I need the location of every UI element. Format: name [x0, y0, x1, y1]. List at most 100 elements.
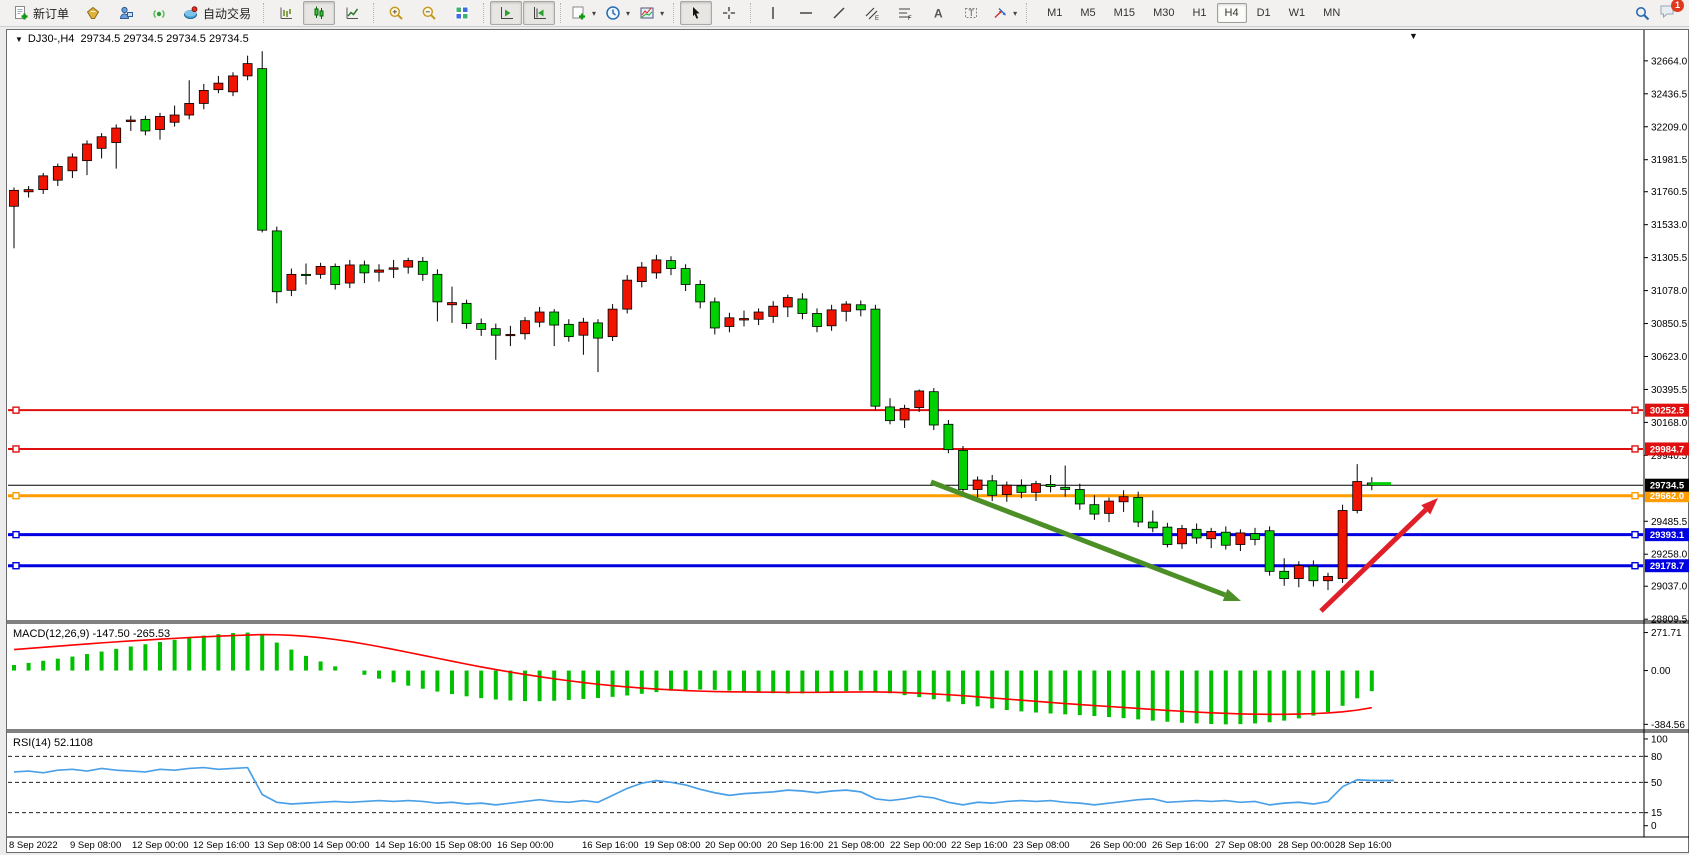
candle-body — [53, 166, 62, 180]
time-axis-label: 28 Sep 16:00 — [1335, 840, 1392, 851]
crosshair-tool-button[interactable] — [713, 1, 745, 25]
chart-shift-icon — [531, 5, 547, 21]
candle-body — [667, 261, 676, 269]
chevron-down-icon: ▾ — [1013, 9, 1017, 18]
candle-body — [1148, 522, 1157, 528]
rsi-tick-label: 100 — [1651, 734, 1668, 745]
toolbar-separator — [1026, 3, 1028, 23]
text-label-icon: T — [963, 5, 979, 21]
candle-body — [973, 480, 982, 489]
timeframe-W1[interactable]: W1 — [1281, 3, 1314, 23]
candle-body — [1105, 501, 1114, 513]
candle-body — [1338, 510, 1347, 578]
accounts-icon — [118, 5, 134, 21]
price-tick-label: 32664.0 — [1651, 56, 1688, 67]
candle-body — [316, 266, 325, 274]
line-handle[interactable] — [1632, 532, 1638, 538]
price-tick-label: 31760.5 — [1651, 187, 1688, 198]
candle-body — [1221, 532, 1230, 545]
vertical-line-tool-button[interactable] — [757, 1, 789, 25]
fibonacci-tool-button[interactable]: F — [889, 1, 921, 25]
line-chart-button[interactable] — [336, 1, 368, 25]
arrows-tool-button[interactable]: ▾ — [988, 1, 1021, 25]
candle-body — [696, 284, 705, 301]
timeframe-M1[interactable]: M1 — [1039, 3, 1070, 23]
trendline-icon — [831, 5, 847, 21]
tile-windows-button[interactable] — [446, 1, 478, 25]
new-order-button[interactable]: 新订单 — [6, 1, 76, 25]
candle-body — [827, 310, 836, 326]
accounts-button[interactable] — [110, 1, 142, 25]
candle-body — [1046, 484, 1055, 486]
trend-down-arrow-head[interactable] — [1223, 589, 1241, 601]
price-level-badge-label: 29393.1 — [1650, 530, 1685, 541]
candle-body — [68, 157, 77, 171]
timeframe-H1[interactable]: H1 — [1184, 3, 1214, 23]
price-level-badge-label: 29984.7 — [1650, 444, 1684, 455]
notifications-button[interactable]: 1 — [1659, 3, 1677, 24]
periods-button[interactable]: ▾ — [601, 1, 634, 25]
profiles-button[interactable] — [77, 1, 109, 25]
zoom-out-button[interactable] — [413, 1, 445, 25]
candle-body — [579, 322, 588, 335]
candle-body — [564, 324, 573, 336]
candle-body — [1119, 497, 1128, 502]
timeframe-M5[interactable]: M5 — [1072, 3, 1103, 23]
candle-body — [404, 261, 413, 268]
line-handle[interactable] — [13, 493, 19, 499]
auto-trading-button[interactable]: 自动交易 — [176, 1, 258, 25]
timeframe-D1[interactable]: D1 — [1249, 3, 1279, 23]
candle-body — [375, 270, 384, 272]
macd-tick-label: 0.00 — [1651, 666, 1671, 677]
line-handle[interactable] — [13, 532, 19, 538]
cursor-tool-button[interactable] — [680, 1, 712, 25]
zoom-in-button[interactable] — [380, 1, 412, 25]
text-label-tool-button[interactable]: T — [955, 1, 987, 25]
time-axis-label: 12 Sep 00:00 — [132, 840, 189, 851]
chart-shift-button[interactable] — [523, 1, 555, 25]
bar-chart-button[interactable] — [270, 1, 302, 25]
trend-up-arrow[interactable] — [1321, 510, 1426, 611]
candlestick-chart-button[interactable] — [303, 1, 335, 25]
timeframe-M15[interactable]: M15 — [1106, 3, 1143, 23]
candle-body — [798, 299, 807, 313]
chart-canvas[interactable]: 32664.032436.532209.031981.531760.531533… — [7, 30, 1689, 854]
price-tick-label: 30623.0 — [1651, 352, 1688, 363]
text-tool-button[interactable]: A — [922, 1, 954, 25]
candle-body — [710, 302, 719, 328]
line-handle[interactable] — [1632, 446, 1638, 452]
auto-scroll-button[interactable] — [490, 1, 522, 25]
rsi-line — [14, 768, 1394, 805]
line-handle[interactable] — [1632, 563, 1638, 569]
candle-body — [433, 274, 442, 302]
line-handle[interactable] — [13, 563, 19, 569]
chart-menu-arrow-icon[interactable]: ▼ — [15, 35, 23, 44]
timeframe-M30[interactable]: M30 — [1145, 3, 1182, 23]
candle-body — [871, 309, 880, 406]
candle-body — [39, 176, 48, 190]
candle-body — [1032, 484, 1041, 493]
candles-group — [10, 51, 1377, 590]
templates-button[interactable]: ▾ — [635, 1, 668, 25]
trendline-tool-button[interactable] — [823, 1, 855, 25]
search-icon[interactable] — [1634, 5, 1651, 22]
chart-title-text: DJ30-,H4 29734.5 29734.5 29734.5 29734.5 — [28, 33, 249, 45]
candle-body — [1207, 531, 1216, 538]
signals-button[interactable] — [143, 1, 175, 25]
timeframe-MN[interactable]: MN — [1315, 3, 1348, 23]
new-chart-button[interactable]: ▾ — [567, 1, 600, 25]
candle-body — [1353, 482, 1362, 511]
line-handle[interactable] — [13, 407, 19, 413]
time-axis-label: 22 Sep 16:00 — [951, 840, 1008, 851]
candle-body — [681, 269, 690, 285]
candle-body — [462, 303, 471, 323]
bar-chart-icon — [278, 5, 294, 21]
line-handle[interactable] — [1632, 493, 1638, 499]
horizontal-line-tool-button[interactable] — [790, 1, 822, 25]
equidistant-channel-tool-button[interactable]: E — [856, 1, 888, 25]
chart-corner-arrow-icon[interactable]: ▼ — [1409, 31, 1418, 41]
time-axis-label: 27 Sep 08:00 — [1215, 840, 1272, 851]
timeframe-H4[interactable]: H4 — [1217, 3, 1247, 23]
line-handle[interactable] — [1632, 407, 1638, 413]
line-handle[interactable] — [13, 446, 19, 452]
